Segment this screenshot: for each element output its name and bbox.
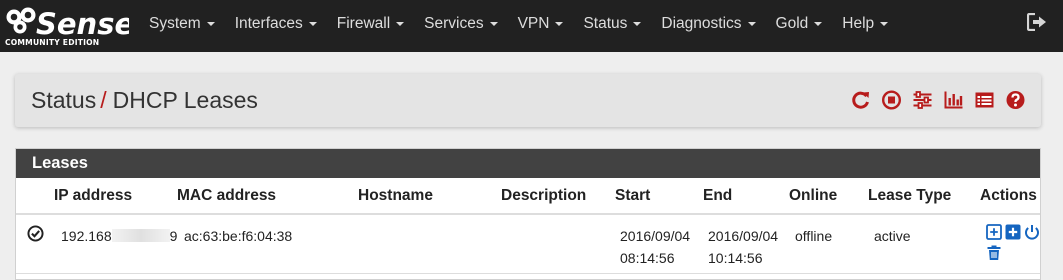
caret-down-icon (489, 21, 498, 26)
col-header-ip[interactable]: IP address (54, 187, 132, 205)
logout-icon[interactable] (1027, 13, 1047, 31)
col-header-lease-type[interactable]: Lease Type (868, 187, 951, 205)
row-divider (16, 273, 1040, 274)
lease-ip: 192.168 9 (61, 225, 177, 247)
col-header-start[interactable]: Start (615, 187, 650, 205)
logo-subtitle: COMMUNITY EDITION (5, 38, 99, 47)
nav-help[interactable]: Help (832, 0, 898, 52)
add-mapping-icon[interactable] (1005, 224, 1021, 240)
breadcrumb: Status / DHCP Leases (31, 87, 258, 114)
nav-services[interactable]: Services (414, 0, 507, 52)
main-menu: System Interfaces Firewall Services VPN … (139, 0, 898, 52)
nav-services-label: Services (424, 15, 484, 32)
page-title: DHCP Leases (112, 87, 258, 113)
col-header-mac[interactable]: MAC address (177, 187, 276, 205)
lease-end-time: 10:14:56 (708, 250, 763, 266)
redacted-block (111, 229, 170, 242)
add-static-mapping-icon[interactable] (986, 224, 1002, 240)
col-header-hostname[interactable]: Hostname (358, 187, 433, 205)
breadcrumb-parent[interactable]: Status (31, 87, 96, 113)
breadcrumb-separator: / (100, 87, 107, 113)
caret-down-icon (206, 21, 215, 26)
nav-interfaces-label: Interfaces (234, 15, 303, 32)
bar-chart-icon[interactable] (943, 90, 964, 110)
nav-help-label: Help (842, 15, 875, 32)
breadcrumb-panel: Status / DHCP Leases (15, 74, 1041, 127)
caret-down-icon (308, 21, 317, 26)
lease-end-date: 2016/09/04 (708, 228, 779, 244)
caret-down-icon (555, 21, 564, 26)
table-row: 192.168 9 ac:63:be:f6:04:38 2016/09/04 08… (16, 215, 1040, 273)
caret-down-icon (633, 21, 642, 26)
col-header-online[interactable]: Online (789, 187, 837, 205)
help-icon[interactable] (1005, 90, 1026, 110)
nav-system[interactable]: System (139, 0, 225, 52)
top-navbar: Sense COMMUNITY EDITION System Interface… (0, 0, 1063, 52)
lease-start: 2016/09/04 08:14:56 (620, 225, 690, 269)
col-header-description[interactable]: Description (501, 187, 586, 205)
caret-down-icon (396, 21, 405, 26)
reload-icon[interactable] (850, 90, 871, 110)
lease-online-status: offline (795, 228, 833, 244)
nav-diagnostics-label: Diagnostics (661, 15, 742, 32)
wake-on-lan-icon[interactable] (1024, 224, 1040, 240)
col-header-end[interactable]: End (703, 187, 732, 205)
delete-icon[interactable] (986, 245, 1002, 261)
nav-firewall-label: Firewall (336, 15, 391, 32)
breadcrumb-actions (850, 90, 1026, 110)
check-circle-icon (27, 225, 44, 242)
stop-icon[interactable] (881, 90, 902, 110)
lease-ip-prefix: 192.168 (61, 228, 112, 244)
nav-firewall[interactable]: Firewall (327, 0, 414, 52)
nav-vpn-label: VPN (517, 15, 550, 32)
sliders-icon[interactable] (912, 90, 933, 110)
nav-gold[interactable]: Gold (766, 0, 833, 52)
lease-start-time: 08:14:56 (620, 250, 675, 266)
caret-down-icon (747, 21, 756, 26)
caret-down-icon (814, 21, 823, 26)
lease-type: active (874, 228, 911, 244)
lease-mac: ac:63:be:f6:04:38 (184, 228, 293, 244)
nav-interfaces[interactable]: Interfaces (225, 0, 327, 52)
nav-status[interactable]: Status (573, 0, 651, 52)
logo-wordmark: Sense (36, 7, 129, 41)
caret-down-icon (880, 21, 889, 26)
lease-end: 2016/09/04 10:14:56 (708, 225, 778, 269)
nav-system-label: System (149, 15, 201, 32)
nav-gold-label: Gold (775, 15, 809, 32)
log-icon[interactable] (974, 90, 995, 110)
leases-panel: Leases IP address MAC address Hostname D… (15, 148, 1041, 280)
panel-title: Leases (16, 149, 1040, 178)
lease-ip-suffix: 9 (169, 228, 178, 244)
pfsense-logo[interactable]: Sense COMMUNITY EDITION (3, 4, 129, 48)
nav-vpn[interactable]: VPN (508, 0, 574, 52)
lease-start-date: 2016/09/04 (620, 228, 691, 244)
nav-diagnostics[interactable]: Diagnostics (651, 0, 765, 52)
nav-status-label: Status (583, 15, 628, 32)
col-header-actions: Actions (980, 187, 1037, 204)
